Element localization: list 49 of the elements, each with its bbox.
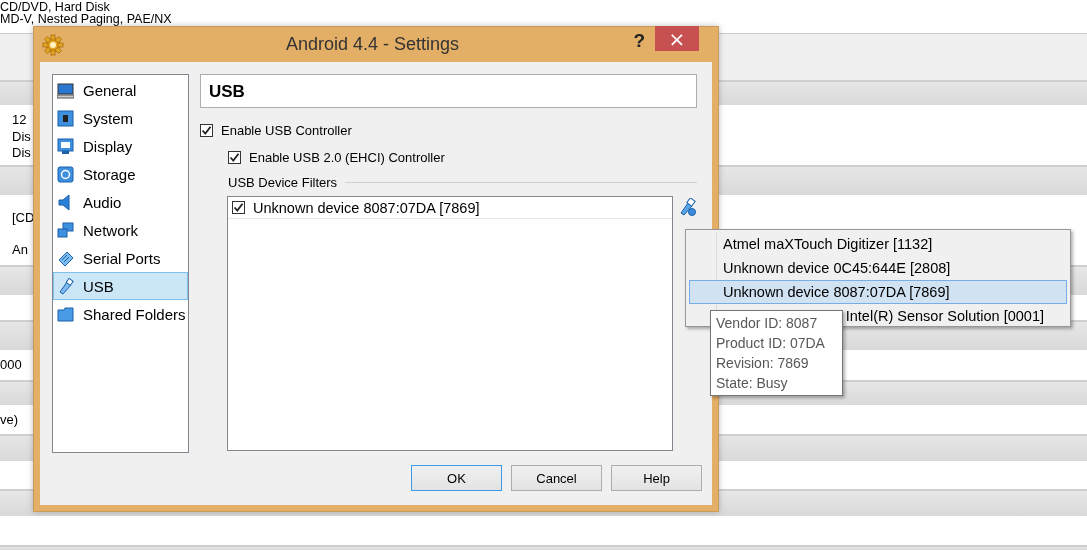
dialog-button[interactable]: OK bbox=[411, 465, 502, 491]
checkbox[interactable] bbox=[200, 123, 213, 137]
filter-item[interactable]: Unknown device 8087:07DA [7869] bbox=[253, 199, 480, 216]
background-text: An bbox=[12, 241, 28, 259]
sidebar-item[interactable]: Shared Folders bbox=[53, 300, 188, 328]
tooltip-text: Revision: 7869 bbox=[716, 354, 810, 373]
checkbox-label: Enable USB 2.0 (EHCI) Controller bbox=[249, 149, 445, 165]
background-text: MD-V, Nested Paging, PAE/NX bbox=[0, 13, 172, 25]
close-button[interactable]: × bbox=[655, 26, 699, 51]
plug-icon bbox=[57, 249, 74, 267]
usb-add-icon[interactable] bbox=[679, 198, 697, 216]
tooltip-text: Vendor ID: 8087 bbox=[716, 314, 819, 333]
menu-item[interactable]: Unknown device 8087:07DA [7869] bbox=[689, 280, 1067, 304]
sidebar-item[interactable]: USB bbox=[53, 272, 188, 300]
dialog-button[interactable]: Help bbox=[611, 465, 702, 491]
background-text: 000 bbox=[0, 356, 22, 374]
background-text: [CD bbox=[12, 209, 35, 227]
section-heading: USB Device Filters bbox=[228, 174, 338, 190]
gear-icon bbox=[42, 33, 64, 56]
menu-item[interactable]: Atmel maXTouch Digitizer [1132] bbox=[723, 236, 933, 252]
checkbox[interactable] bbox=[228, 150, 241, 164]
sidebar-item[interactable]: Display bbox=[53, 132, 188, 160]
chip-icon bbox=[57, 109, 74, 127]
sidebar-item[interactable]: Storage bbox=[53, 160, 188, 188]
background-text: Dis bbox=[12, 128, 31, 145]
sidebar-item[interactable]: Audio bbox=[53, 188, 188, 216]
page-title: USB bbox=[200, 74, 697, 108]
usb-icon bbox=[57, 277, 74, 295]
monitor-icon bbox=[57, 137, 74, 155]
background-text: 12 bbox=[12, 112, 27, 129]
tooltip-text: State: Busy bbox=[716, 374, 789, 393]
folder-icon bbox=[57, 305, 74, 323]
background-text: ve) bbox=[0, 411, 19, 429]
checkbox[interactable] bbox=[232, 201, 245, 214]
sidebar-item[interactable]: General bbox=[53, 76, 188, 104]
sidebar-item[interactable]: Network bbox=[53, 216, 188, 244]
network-icon bbox=[57, 221, 74, 239]
sidebar-item[interactable]: System bbox=[53, 104, 188, 132]
background-text: Dis bbox=[12, 145, 31, 162]
dialog-button[interactable]: Cancel bbox=[511, 465, 602, 491]
sidebar-item[interactable]: Serial Ports bbox=[53, 244, 188, 272]
checkbox-label: Enable USB Controller bbox=[221, 122, 352, 138]
menu-item[interactable]: Unknown device 0C45:644E [2808] bbox=[723, 260, 951, 276]
menu-item[interactable]: Intel(R) Sensor Solution [0001] bbox=[845, 305, 1044, 327]
tooltip-text: Product ID: 07DA bbox=[716, 334, 826, 353]
monitor-icon bbox=[57, 81, 74, 99]
background-text: CD/DVD, Hard Disk bbox=[0, 1, 110, 13]
window-title: Android 4.4 - Settings bbox=[286, 34, 460, 55]
help-button[interactable]: ? bbox=[633, 30, 645, 52]
